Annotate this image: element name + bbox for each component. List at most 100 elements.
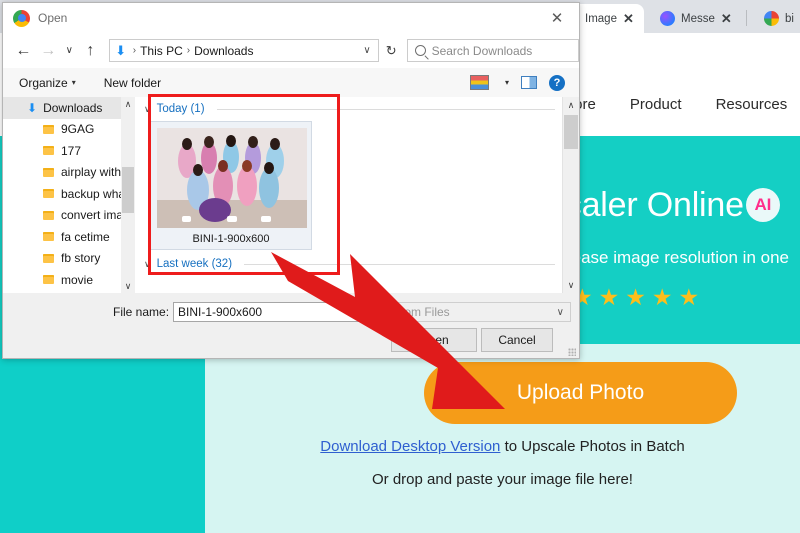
file-list-scrollbar[interactable]: ∧ ∨ xyxy=(562,97,579,293)
file-group-last-week[interactable]: ∨ Last week (32) xyxy=(136,250,563,272)
breadcrumb-this-pc[interactable]: This PC xyxy=(140,44,183,58)
tree-scrollbar[interactable]: ∧ ∨ xyxy=(121,97,135,293)
tree-item-label: movie xyxy=(61,272,94,287)
star-icon: ★ xyxy=(625,284,646,310)
folder-icon xyxy=(43,146,54,156)
nav-item-product[interactable]: Product xyxy=(630,96,682,113)
preview-pane-icon[interactable] xyxy=(521,76,537,89)
scrollbar-thumb[interactable] xyxy=(564,115,578,149)
file-item-selected[interactable]: BINI-1-900x600 xyxy=(150,121,312,250)
toolbar-right-group: ▾ ? xyxy=(469,74,565,91)
browser-tab-label: Image xyxy=(585,12,617,25)
file-name-input[interactable]: BINI-1-900x600 xyxy=(173,302,385,322)
tree-item-downloads[interactable]: ⬇ Downloads xyxy=(3,97,135,119)
teal-sidebar xyxy=(0,344,205,533)
rating-stars: ★ ★ ★ ★ ★ xyxy=(572,286,699,309)
chevron-down-icon[interactable]: ∨ xyxy=(557,307,564,318)
nav-item-resources[interactable]: Resources xyxy=(716,96,788,113)
tree-item-fb-story[interactable]: fb story xyxy=(3,248,135,270)
tree-item-fa-cetime[interactable]: fa cetime xyxy=(3,226,135,248)
scroll-down-icon[interactable]: ∨ xyxy=(563,277,579,293)
browser-tab-label: bi xyxy=(785,12,794,25)
folder-icon xyxy=(43,253,54,263)
back-icon[interactable]: ← xyxy=(11,38,36,64)
tree-item-label: 9GAG xyxy=(61,122,95,137)
dialog-toolbar: Organize ▾ New folder ▾ ? xyxy=(3,68,579,98)
dialog-navigation-bar: ← → ∨ ↑ ⬇ › This PC › Downloads ∨ ↻ Sear… xyxy=(3,33,579,68)
tree-item-177[interactable]: 177 xyxy=(3,140,135,162)
drop-hint-text: Or drop and paste your image file here! xyxy=(372,471,633,488)
download-desktop-version-link[interactable]: Download Desktop Version xyxy=(320,438,500,455)
open-button[interactable]: Open xyxy=(391,328,477,352)
upload-photo-button[interactable]: Upload Photo xyxy=(424,362,737,424)
search-input[interactable]: Search Downloads xyxy=(406,39,579,62)
scrollbar-thumb[interactable] xyxy=(122,167,134,213)
tree-item-label: fa cetime xyxy=(61,229,110,244)
view-options-icon[interactable] xyxy=(469,75,489,90)
folder-icon xyxy=(43,124,54,134)
chevron-down-icon[interactable]: ▾ xyxy=(72,78,76,87)
resize-grip[interactable] xyxy=(568,348,576,356)
folder-icon xyxy=(43,210,54,220)
download-arrow-icon: ⬇ xyxy=(27,100,38,115)
file-type-select[interactable]: stom Files ∨ xyxy=(389,302,571,322)
organize-button[interactable]: Organize xyxy=(19,76,68,90)
file-list: ∨ Today (1) BINI-1-900x600 ∨ Last week (… xyxy=(136,97,563,293)
dialog-body: ⬇ Downloads 9GAG 177 airplay without bac… xyxy=(3,97,579,293)
file-name-label: File name: xyxy=(113,305,170,319)
star-icon: ★ xyxy=(678,284,700,310)
dialog-title: Open xyxy=(38,11,68,25)
star-icon: ★ xyxy=(651,284,673,310)
browser-tab-messenger[interactable]: Messe ✕ xyxy=(652,4,740,33)
folder-icon xyxy=(43,167,54,177)
address-bar[interactable]: ⬇ › This PC › Downloads ∨ xyxy=(108,39,379,62)
scroll-up-icon[interactable]: ∧ xyxy=(563,97,579,113)
tab-separator xyxy=(746,10,747,26)
scroll-up-icon[interactable]: ∧ xyxy=(121,97,135,111)
file-name-caption: BINI-1-900x600 xyxy=(192,233,270,245)
desktop-version-line: Download Desktop Version to Upscale Phot… xyxy=(205,438,800,455)
tree-item-backup-whatsapp[interactable]: backup whatsa xyxy=(3,183,135,205)
help-icon[interactable]: ? xyxy=(549,74,565,91)
folder-icon xyxy=(43,275,54,285)
refresh-icon[interactable]: ↻ xyxy=(379,43,404,59)
tree-item-convert-image[interactable]: convert image xyxy=(3,205,135,227)
recent-locations-icon[interactable]: ∨ xyxy=(61,38,78,64)
close-icon[interactable]: ✕ xyxy=(721,12,732,25)
group-photo-thumbnail-graphic xyxy=(157,128,307,228)
cancel-button[interactable]: Cancel xyxy=(481,328,553,352)
folder-icon xyxy=(43,232,54,242)
breadcrumb-downloads[interactable]: Downloads xyxy=(194,44,253,58)
close-icon[interactable]: ✕ xyxy=(623,12,634,25)
chevron-down-icon[interactable]: ∨ xyxy=(144,104,151,115)
chevron-down-icon[interactable]: ▾ xyxy=(505,78,509,87)
divider xyxy=(216,108,555,110)
tree-item-9gag[interactable]: 9GAG xyxy=(3,119,135,141)
breadcrumb-separator: › xyxy=(186,45,191,56)
forward-icon[interactable]: → xyxy=(36,38,61,64)
folder-tree: ⬇ Downloads 9GAG 177 airplay without bac… xyxy=(3,97,135,293)
file-group-label: Last week (32) xyxy=(156,258,233,270)
file-group-today[interactable]: ∨ Today (1) xyxy=(136,97,563,117)
tree-item-airplay-without[interactable]: airplay without xyxy=(3,162,135,184)
hero-subtitle: ncrease image resolution in one xyxy=(548,248,789,267)
breadcrumb-separator: › xyxy=(132,45,137,56)
browser-tab-google[interactable]: bi xyxy=(756,4,800,33)
site-navigation: Store Product Resources xyxy=(560,96,787,113)
up-icon[interactable]: ↑ xyxy=(78,38,103,64)
file-thumbnail xyxy=(157,128,307,228)
desktop-version-suffix: to Upscale Photos in Batch xyxy=(500,438,685,455)
chevron-down-icon[interactable]: ∨ xyxy=(144,259,151,270)
new-folder-button[interactable]: New folder xyxy=(104,76,161,90)
messenger-icon xyxy=(660,11,675,26)
open-file-dialog: Open ✕ ← → ∨ ↑ ⬇ › This PC › Downloads ∨… xyxy=(2,2,580,359)
tree-item-movie[interactable]: movie xyxy=(3,269,135,291)
search-placeholder: Search Downloads xyxy=(431,43,533,58)
tree-item-label: 177 xyxy=(61,143,82,158)
file-type-value: stom Files xyxy=(395,305,450,319)
chevron-down-icon[interactable]: ∨ xyxy=(363,45,370,56)
dialog-title-bar: Open xyxy=(3,3,579,33)
star-icon: ★ xyxy=(598,284,620,310)
scroll-down-icon[interactable]: ∨ xyxy=(121,279,135,293)
dialog-close-button[interactable]: ✕ xyxy=(535,3,579,33)
